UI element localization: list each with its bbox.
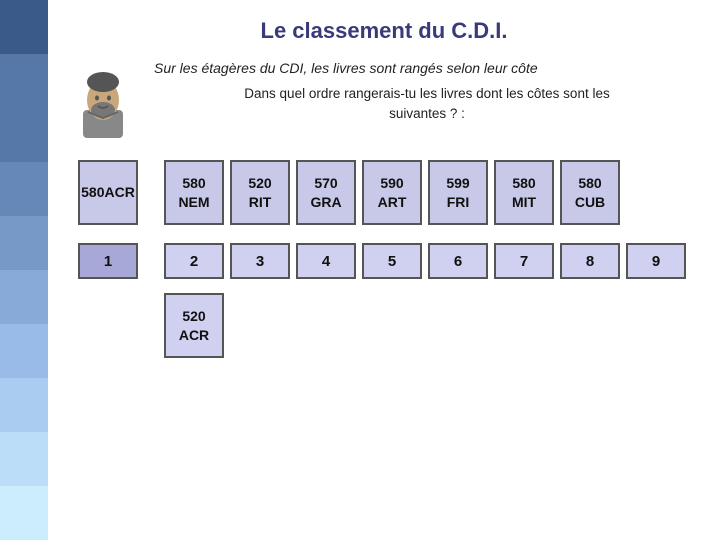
book-first-line1: 580 — [81, 183, 104, 201]
bar-8 — [0, 378, 48, 432]
book-card-cub: 580CUB — [560, 160, 620, 225]
num-box-9[interactable]: 9 — [626, 243, 686, 279]
bar-2 — [0, 54, 48, 108]
instruction: Dans quel ordre rangerais-tu les livres … — [154, 84, 700, 125]
header-area: Sur les étagères du CDI, les livres sont… — [68, 60, 700, 140]
bar-3 — [0, 108, 48, 162]
num-box-7[interactable]: 7 — [494, 243, 554, 279]
book-card-nem: 580NEM — [164, 160, 224, 225]
num-box-4[interactable]: 4 — [296, 243, 356, 279]
header-text: Sur les étagères du CDI, les livres sont… — [154, 60, 700, 125]
main-content: Le classement du C.D.I. Sur les étagères… — [48, 0, 720, 540]
answer-card: 520ACR — [164, 293, 224, 358]
page-title: Le classement du C.D.I. — [68, 18, 700, 44]
num-box-3[interactable]: 3 — [230, 243, 290, 279]
book-card-rit: 520RIT — [230, 160, 290, 225]
book-card-art: 590ART — [362, 160, 422, 225]
subtitle: Sur les étagères du CDI, les livres sont… — [154, 60, 700, 76]
bar-10 — [0, 486, 48, 540]
bar-7 — [0, 324, 48, 378]
book-card-fri: 599FRI — [428, 160, 488, 225]
num-box-5[interactable]: 5 — [362, 243, 422, 279]
num-box-6[interactable]: 6 — [428, 243, 488, 279]
num-box-1[interactable]: 1 — [78, 243, 138, 279]
book-card-first: 580 ACR — [78, 160, 138, 225]
bar-9 — [0, 432, 48, 486]
bar-6 — [0, 270, 48, 324]
left-bar — [0, 0, 48, 540]
num-box-8[interactable]: 8 — [560, 243, 620, 279]
bar-1 — [0, 0, 48, 54]
numbers-section: 1 2 3 4 5 6 7 8 9 — [68, 243, 700, 279]
books-section: 580 ACR 580NEM 520RIT 570GRA 590ART 599F… — [68, 160, 700, 225]
book-card-mit: 580MIT — [494, 160, 554, 225]
num-box-2[interactable]: 2 — [164, 243, 224, 279]
book-first-line2: ACR — [105, 183, 135, 201]
book-card-gra: 570GRA — [296, 160, 356, 225]
answer-section: 520ACR — [68, 293, 700, 358]
bar-5 — [0, 216, 48, 270]
avatar — [68, 60, 138, 140]
bar-4 — [0, 162, 48, 216]
